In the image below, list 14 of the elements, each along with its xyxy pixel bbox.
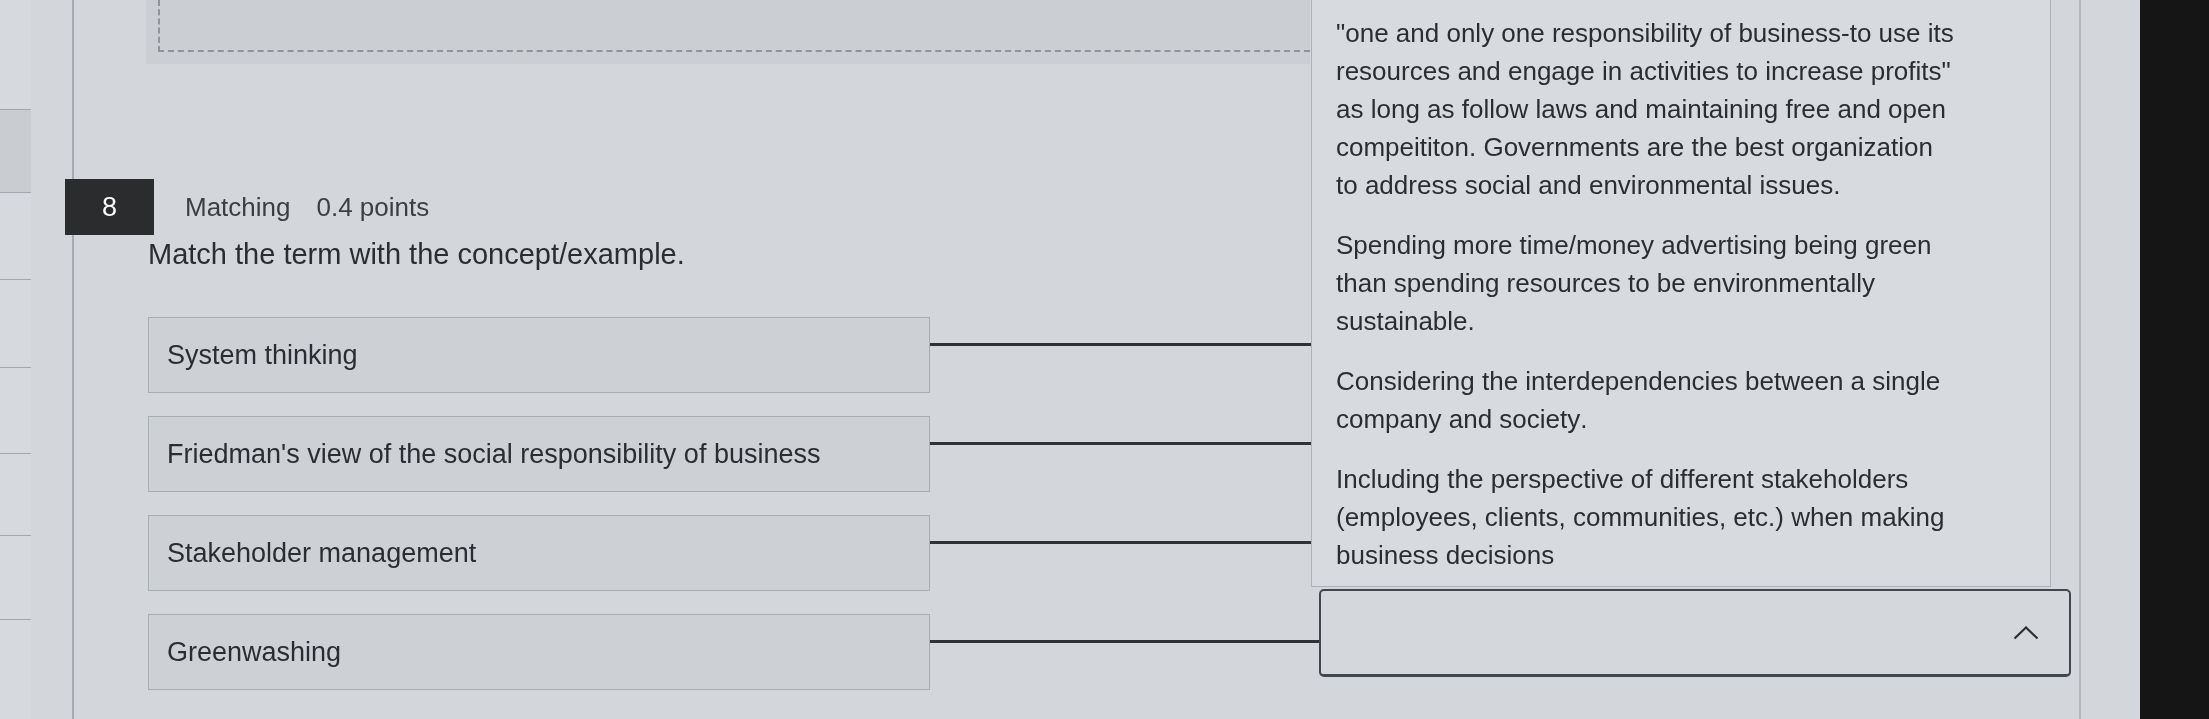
dropdown-option[interactable]: Considering the interdependencies between a single company and society. [1336,362,1958,438]
answer-dropdown[interactable] [1319,589,2071,677]
chevron-up-icon [2013,625,2039,640]
dropdown-option[interactable]: "one and only one responsibility of business-to use its resources and engage in activities to increase profits" as long as follow laws and maintaining free and open compeititon. Governments are the best organization to address social and environmental issues. [1336,14,1958,204]
term-card: Greenwashing [148,614,930,690]
question-type: Matching [185,191,291,223]
term-card: Stakeholder management [148,515,930,591]
question-points: 0.4 points [316,191,430,223]
question-prompt: Match the term with the concept/example. [148,237,685,272]
term-card: System thinking [148,317,930,393]
term-card: Friedman's view of the social responsibility of business [148,416,930,492]
dropdown-option[interactable]: Including the perspective of different stakeholders (employees, clients, communities, etc.) when making business decisions [1336,460,1958,574]
dropdown-option[interactable]: Spending more time/money advertising being green than spending resources to be environmentally sustainable. [1336,226,1958,340]
question-number: 8 [65,179,154,235]
